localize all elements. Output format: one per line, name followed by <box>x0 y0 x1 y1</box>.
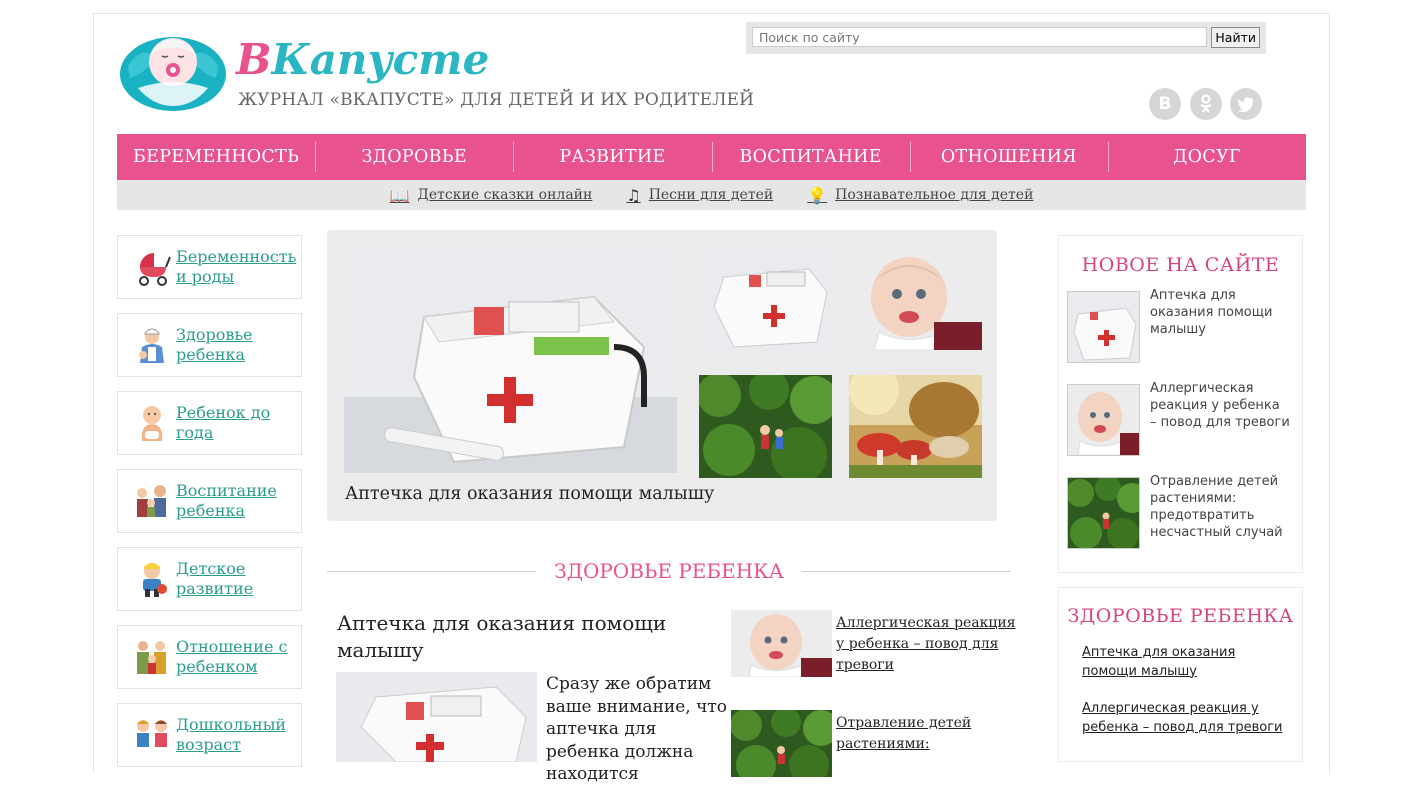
featured-thumb-mushrooms[interactable] <box>849 375 982 478</box>
section-heading-text: ЗДОРОВЬЕ РЕБЕНКА <box>554 559 784 583</box>
subnav-label: Познавательное для детей <box>835 187 1034 203</box>
sidebar-item-label: Здоровье ребенка <box>176 325 253 364</box>
article-title-link[interactable]: Аптечка для оказания помощи малышу <box>337 610 697 664</box>
featured-main-image[interactable] <box>344 247 677 473</box>
sidebar-item-upbringing[interactable]: Воспитание ребенка <box>117 469 302 533</box>
child-play-icon <box>130 557 174 601</box>
new-item-link-plants[interactable]: Отравление детей растениями: предотврати… <box>1150 473 1290 541</box>
side-article-link-allergy[interactable]: Аллергическая реакция у ребенка – повод … <box>836 613 1016 676</box>
baby-logo-icon[interactable] <box>118 26 228 112</box>
main-nav: БЕРЕМЕННОСТЬ ЗДОРОВЬЕ РАЗВИТИЕ ВОСПИТАНИ… <box>117 134 1306 180</box>
nav-item-development[interactable]: РАЗВИТИЕ <box>513 134 711 180</box>
doctor-icon <box>130 323 174 367</box>
brand-word: Капусте <box>271 35 490 84</box>
subnav-label: Песни для детей <box>648 187 774 203</box>
new-item-link-first-aid[interactable]: Аптечка для оказания помощи малышу <box>1150 287 1290 338</box>
nav-item-leisure[interactable]: ДОСУГ <box>1107 134 1306 180</box>
divider <box>327 570 537 572</box>
new-item-image-allergy[interactable] <box>1067 384 1140 456</box>
sidebar-item-preschool[interactable]: Дошкольный возраст <box>117 703 302 767</box>
lightbulb-icon: 💡 <box>807 185 828 205</box>
site-brand[interactable]: ВКапусте <box>236 30 489 90</box>
subnav-educational-link[interactable]: 💡 Познавательное для детей <box>807 186 1033 205</box>
new-item-image-plants[interactable] <box>1067 477 1140 549</box>
subnav-songs-link[interactable]: ♫ Песни для детей <box>626 186 773 205</box>
schoolkids-icon <box>130 713 174 757</box>
sub-nav: 📖 Детские сказки онлайн ♫ Песни для детей … <box>117 180 1306 210</box>
nav-item-pregnancy[interactable]: БЕРЕМЕННОСТЬ <box>117 134 315 180</box>
article-excerpt: Сразу же обратим ваше внимание, что апте… <box>546 674 727 784</box>
featured-thumb-baby[interactable] <box>849 247 982 350</box>
twitter-icon[interactable] <box>1230 88 1262 120</box>
featured-thumb-first-aid[interactable] <box>699 247 832 350</box>
parents-icon <box>130 635 174 679</box>
health-widget-link-allergy[interactable]: Аллергическая реакция у ребенка – повод … <box>1082 700 1292 737</box>
search-button[interactable]: Найти <box>1211 27 1260 48</box>
widget-title: ЗДОРОВЬЕ РЕБЕНКА <box>1067 605 1294 627</box>
sidebar-item-label: Беременность и роды <box>176 247 297 286</box>
sidebar-item-label: Дошкольный возраст <box>176 715 287 754</box>
brand-letter: В <box>236 35 272 84</box>
vk-icon[interactable]: В <box>1149 88 1181 120</box>
nav-item-upbringing[interactable]: ВОСПИТАНИЕ <box>711 134 910 180</box>
subnav-fairytales-link[interactable]: 📖 Детские сказки онлайн <box>390 186 593 205</box>
sidebar-item-label: Отношение с ребенком <box>176 637 288 676</box>
sidebar-item-baby[interactable]: Ребенок до года <box>117 391 302 455</box>
family-icon <box>130 479 174 523</box>
sidebar-item-pregnancy[interactable]: Беременность и роды <box>117 235 302 299</box>
music-note-icon: ♫ <box>626 185 641 205</box>
article-image[interactable] <box>336 672 537 762</box>
sidebar-item-health[interactable]: Здоровье ребенка <box>117 313 302 377</box>
side-article-link-plants[interactable]: Отравление детей растениями: <box>836 713 1016 755</box>
featured-caption-link[interactable]: Аптечка для оказания помощи малышу <box>345 484 714 504</box>
subnav-label: Детские сказки онлайн <box>417 187 593 203</box>
new-item-link-allergy[interactable]: Аллергическая реакция у ребенка – повод … <box>1150 380 1290 431</box>
nav-item-relations[interactable]: ОТНОШЕНИЯ <box>909 134 1108 180</box>
side-article-image-allergy[interactable] <box>731 610 832 677</box>
featured-thumb-plants[interactable] <box>699 375 832 478</box>
site-tagline: ЖУРНАЛ «ВКАПУСТЕ» ДЛЯ ДЕТЕЙ И ИХ РОДИТЕЛ… <box>238 90 755 110</box>
sidebar-item-label: Ребенок до года <box>176 403 271 442</box>
section-heading-health: ЗДОРОВЬЕ РЕБЕНКА <box>327 558 1011 584</box>
search-bar: Найти <box>746 22 1266 54</box>
book-icon: 📖 <box>389 185 410 205</box>
sidebar-item-development[interactable]: Детское развитие <box>117 547 302 611</box>
odnoklassniki-icon[interactable] <box>1190 88 1222 120</box>
nav-item-health[interactable]: ЗДОРОВЬЕ <box>315 134 513 180</box>
sidebar-item-label: Детское развитие <box>176 559 254 598</box>
sidebar-item-label: Воспитание ребенка <box>176 481 277 520</box>
baby-icon <box>130 401 174 445</box>
health-widget-link-first-aid[interactable]: Аптечка для оказания помощи малышу <box>1082 644 1292 681</box>
search-input[interactable] <box>752 27 1208 47</box>
stroller-icon <box>130 245 174 289</box>
divider <box>801 570 1011 572</box>
new-item-image-first-aid[interactable] <box>1067 291 1140 363</box>
sidebar-item-relations[interactable]: Отношение с ребенком <box>117 625 302 689</box>
widget-title: НОВОЕ НА САЙТЕ <box>1081 254 1280 276</box>
side-article-image-plants[interactable] <box>731 710 832 777</box>
